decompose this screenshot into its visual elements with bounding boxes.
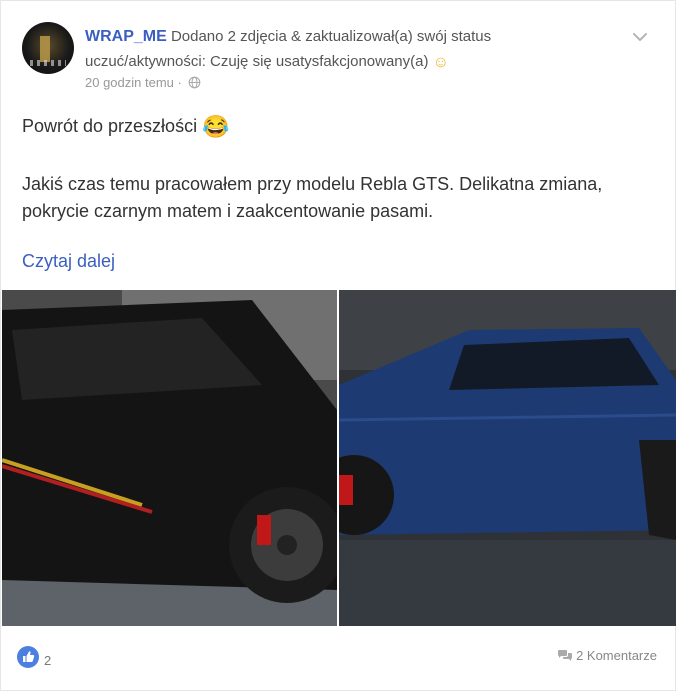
relieved-emoji-icon: ☺: [432, 54, 449, 71]
chevron-down-icon[interactable]: [630, 27, 650, 47]
post-title-text: Powrót do przeszłości: [22, 116, 203, 136]
post-headline: WRAP_ME Dodano 2 zdjęcia & zaktualizował…: [85, 24, 630, 75]
meta-separator: ·: [173, 75, 186, 90]
author-name[interactable]: WRAP_ME: [85, 28, 167, 45]
tears-of-joy-emoji-icon: 😂: [202, 114, 230, 139]
like-count: 2: [44, 653, 52, 668]
action-text: Dodano 2 zdjęcia & zaktualizował(a) swój…: [166, 28, 492, 45]
post-text: Jakiś czas temu pracowałem przy modelu R…: [22, 174, 603, 221]
photo-black-car[interactable]: [2, 290, 337, 626]
comment-bubbles-icon: [558, 650, 573, 661]
post-time[interactable]: 20 godzin temu: [85, 75, 174, 90]
status-text: uczuć/aktywności: Czuję się usatysfakcjo…: [85, 53, 433, 70]
avatar-lights: [30, 60, 66, 66]
photo-blue-car[interactable]: [339, 290, 676, 626]
post-card: WRAP_ME Dodano 2 zdjęcia & zaktualizował…: [0, 0, 676, 691]
post-meta: 20 godzin temu ·: [85, 75, 201, 90]
post-footer: 2 2 Komentarze: [1, 626, 676, 691]
read-more-link[interactable]: Czytaj dalej: [22, 251, 115, 272]
comments-link[interactable]: 2 Komentarze: [557, 648, 657, 663]
like-button[interactable]: [17, 646, 39, 668]
photo-gallery: [2, 290, 676, 626]
globe-icon: [189, 76, 201, 89]
thumbs-up-icon: [23, 651, 35, 662]
avatar-figure: [40, 36, 50, 62]
avatar[interactable]: [22, 22, 74, 74]
post-title: Powrót do przeszłości 😂: [22, 113, 229, 140]
comments-count: 2 Komentarze: [576, 648, 657, 663]
